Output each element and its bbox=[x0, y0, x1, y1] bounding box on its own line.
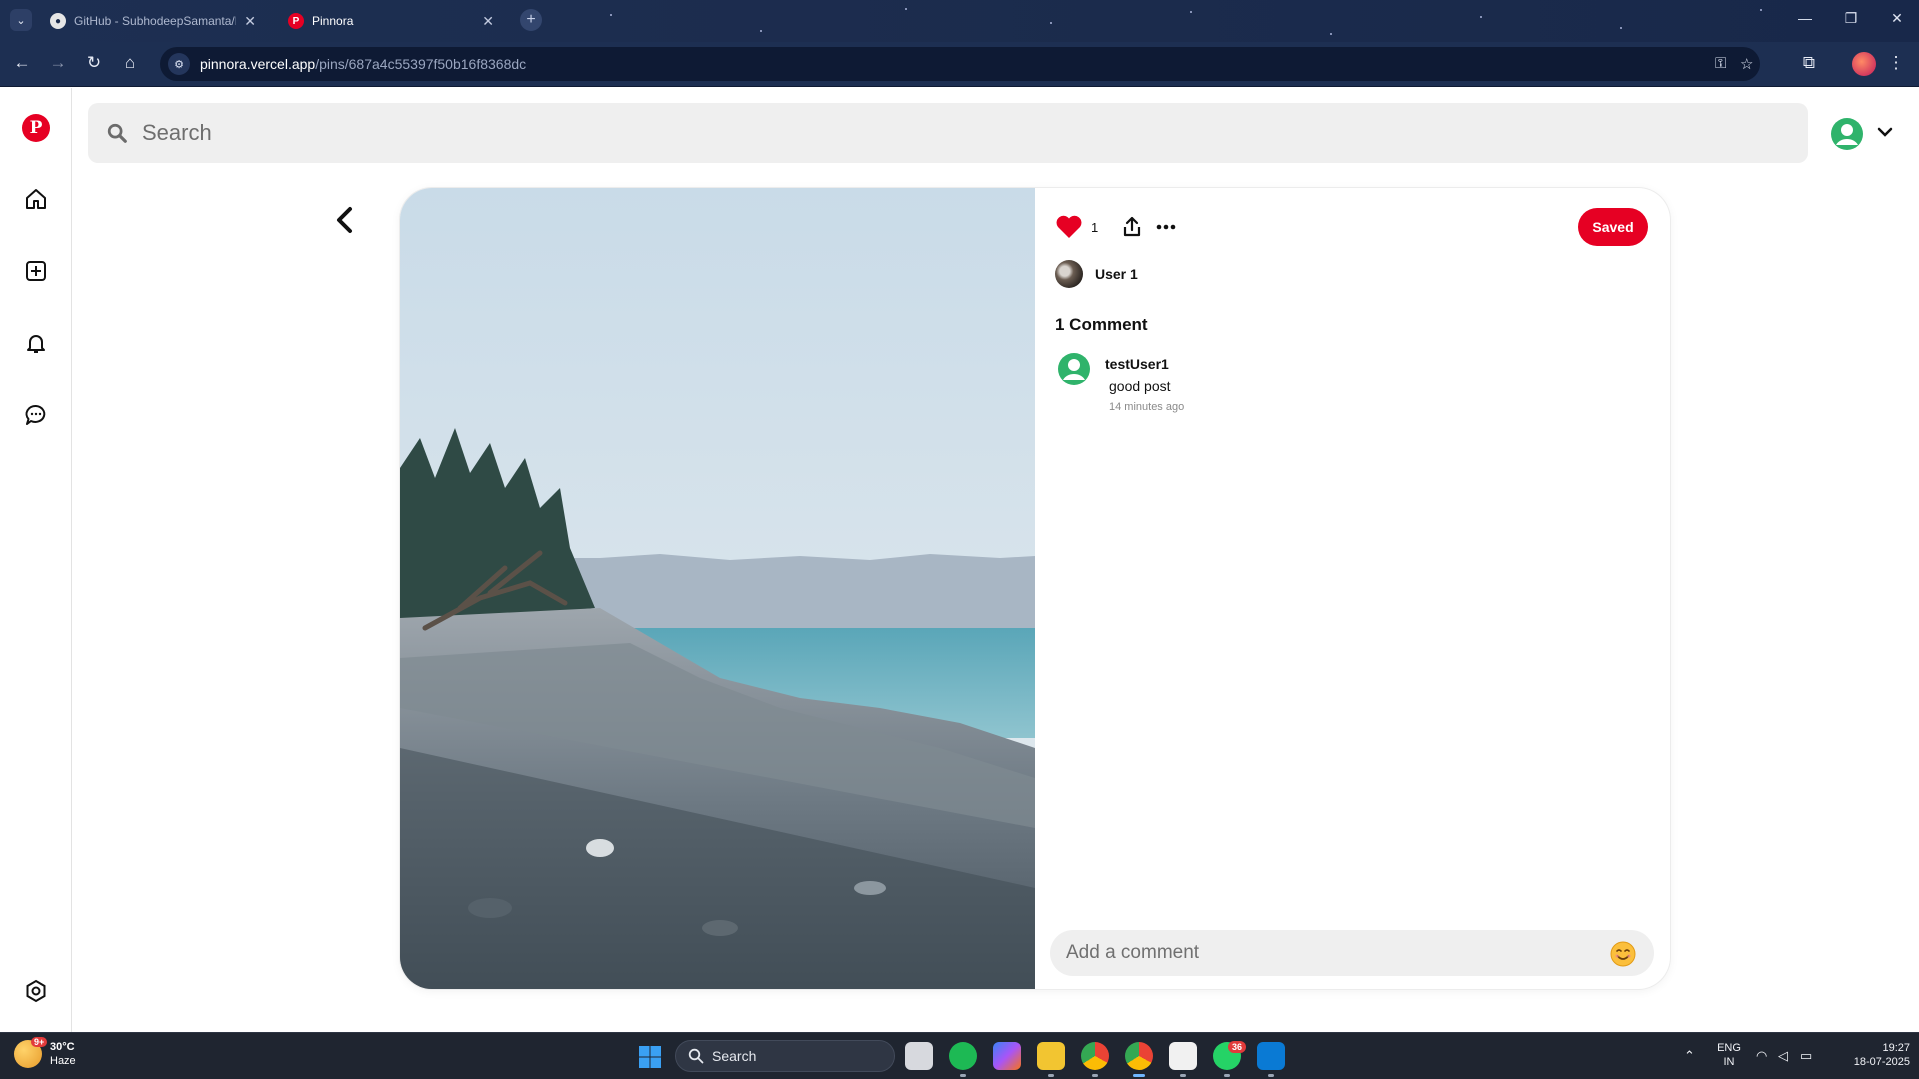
clock-time: 19:27 bbox=[1882, 1042, 1910, 1054]
back-icon[interactable]: ← bbox=[10, 53, 34, 73]
restore-icon[interactable]: ❐ bbox=[1836, 10, 1866, 27]
copilot-icon[interactable] bbox=[993, 1042, 1021, 1070]
back-arrow-icon[interactable] bbox=[332, 204, 358, 236]
running-indicator bbox=[1268, 1074, 1274, 1077]
heart-icon[interactable] bbox=[1055, 214, 1083, 240]
weather-desc: Haze bbox=[50, 1055, 76, 1067]
create-icon[interactable] bbox=[24, 259, 48, 283]
comment-text: good post bbox=[1109, 378, 1171, 394]
pin-actions: 1 bbox=[1055, 214, 1176, 240]
weather-widget[interactable]: 9+ 30°C Haze bbox=[14, 1037, 76, 1068]
running-indicator bbox=[960, 1074, 966, 1077]
like-count: 1 bbox=[1091, 219, 1099, 235]
extensions-icon[interactable]: ⧉ bbox=[1797, 53, 1821, 73]
commenter-avatar-icon[interactable] bbox=[1057, 352, 1091, 386]
menu-kebab-icon[interactable]: ⋮ bbox=[1884, 53, 1908, 73]
tab-title: GitHub - SubhodeepSamanta/P bbox=[74, 14, 237, 28]
comment-box[interactable] bbox=[1050, 930, 1654, 976]
notifications-icon[interactable] bbox=[24, 331, 48, 355]
comments-heading: 1 Comment bbox=[1055, 315, 1148, 334]
close-tab-icon[interactable]: ✕ bbox=[482, 13, 494, 30]
comment-username[interactable]: testUser1 bbox=[1105, 356, 1169, 372]
weather-badge: 9+ bbox=[31, 1037, 48, 1047]
clock-date: 18-07-2025 bbox=[1853, 1056, 1910, 1068]
github-icon: ● bbox=[50, 13, 66, 29]
more-options-icon[interactable] bbox=[1156, 223, 1176, 231]
task-view-icon[interactable] bbox=[905, 1042, 933, 1070]
browser-profile-avatar[interactable] bbox=[1852, 52, 1876, 76]
comment-timestamp: 14 minutes ago bbox=[1109, 401, 1185, 413]
emoji-icon[interactable] bbox=[1610, 941, 1636, 967]
forward-icon[interactable]: → bbox=[46, 53, 70, 73]
tab-title: Pinnora bbox=[312, 14, 354, 28]
taskbar-search-label: Search bbox=[712, 1048, 757, 1064]
vscode-icon[interactable] bbox=[1257, 1042, 1285, 1070]
lang-bottom: IN bbox=[1723, 1056, 1735, 1068]
home-browser-icon[interactable]: ⌂ bbox=[118, 53, 142, 73]
comment-item: testUser1 good post 14 minutes ago bbox=[1057, 352, 1457, 413]
running-indicator bbox=[1224, 1074, 1230, 1077]
spotify-icon[interactable] bbox=[949, 1042, 977, 1070]
share-icon[interactable] bbox=[1120, 215, 1144, 239]
password-key-icon[interactable]: ⚿ bbox=[1715, 55, 1726, 72]
chevron-down-icon[interactable] bbox=[1877, 124, 1893, 140]
running-indicator bbox=[1048, 1074, 1054, 1077]
close-tab-icon[interactable]: ✕ bbox=[244, 13, 256, 30]
weather-icon: 9+ bbox=[14, 1037, 48, 1068]
running-indicator bbox=[1180, 1074, 1186, 1077]
settings-icon[interactable] bbox=[24, 979, 48, 1003]
url-path: /pins/687a4c55397f50b16f8368dc bbox=[315, 56, 527, 72]
whatsapp-badge: 36 bbox=[1228, 1041, 1247, 1053]
tab-search-button[interactable]: ⌄ bbox=[10, 9, 32, 31]
site-info-icon[interactable]: ⚙ bbox=[168, 53, 190, 75]
saved-button[interactable]: Saved bbox=[1578, 208, 1648, 246]
search-input[interactable] bbox=[142, 120, 1742, 146]
search-icon bbox=[107, 123, 127, 143]
close-window-icon[interactable]: ✕ bbox=[1882, 10, 1912, 27]
chrome-active-icon[interactable] bbox=[1125, 1042, 1153, 1070]
avatar[interactable] bbox=[1055, 260, 1083, 288]
bookmark-star-icon[interactable]: ☆ bbox=[1740, 55, 1753, 73]
comment-input[interactable] bbox=[1066, 942, 1586, 964]
pin-details-panel: 1 Saved User 1 1 Comment testUser1 good … bbox=[1035, 188, 1670, 989]
search-bar[interactable] bbox=[88, 103, 1808, 163]
taskbar: 9+ 30°C Haze Search 36 ⌃ ENG IN ◠ ◁ ▭ 19… bbox=[0, 1032, 1919, 1079]
url-host: pinnora.vercel.app bbox=[200, 56, 316, 72]
new-tab-button[interactable]: + bbox=[520, 9, 542, 31]
sidebar: P bbox=[0, 88, 72, 1032]
wifi-icon[interactable]: ◠ bbox=[1756, 1048, 1767, 1064]
home-icon[interactable] bbox=[24, 187, 48, 211]
chevron-up-icon[interactable]: ⌃ bbox=[1684, 1048, 1695, 1064]
chrome-icon[interactable] bbox=[1081, 1042, 1109, 1070]
user-avatar-icon[interactable] bbox=[1830, 117, 1864, 151]
volume-icon[interactable]: ◁ bbox=[1778, 1048, 1788, 1064]
clock[interactable]: 19:27 18-07-2025 bbox=[1832, 1041, 1910, 1069]
pinnora-logo-icon: P bbox=[288, 13, 304, 29]
author-name[interactable]: User 1 bbox=[1095, 266, 1138, 282]
search-icon bbox=[688, 1048, 704, 1064]
browser-tab-strip: ⌄ ● GitHub - SubhodeepSamanta/P ✕ P Pinn… bbox=[0, 0, 1919, 42]
tab-pinnora[interactable]: P Pinnora ✕ bbox=[276, 6, 506, 36]
minimize-icon[interactable]: — bbox=[1790, 10, 1820, 26]
lang-top: ENG bbox=[1717, 1042, 1741, 1054]
messages-icon[interactable] bbox=[24, 403, 48, 427]
running-indicator bbox=[1133, 1074, 1145, 1077]
weather-temp: 30°C bbox=[50, 1041, 75, 1053]
tab-github[interactable]: ● GitHub - SubhodeepSamanta/P ✕ bbox=[38, 6, 268, 36]
taskbar-search[interactable]: Search bbox=[675, 1040, 895, 1072]
pin-detail-card: 1 Saved User 1 1 Comment testUser1 good … bbox=[400, 188, 1670, 989]
windows-start-icon[interactable] bbox=[638, 1045, 662, 1069]
pin-author[interactable]: User 1 bbox=[1055, 260, 1138, 288]
reload-icon[interactable]: ↻ bbox=[82, 53, 106, 73]
file-explorer-icon[interactable] bbox=[1037, 1042, 1065, 1070]
pinnora-logo[interactable]: P bbox=[22, 114, 50, 142]
running-indicator bbox=[1092, 1074, 1098, 1077]
language-indicator[interactable]: ENG IN bbox=[1714, 1041, 1744, 1069]
browser-toolbar: ← → ↻ ⌂ ⚙ pinnora.vercel.app /pins/687a4… bbox=[0, 42, 1919, 87]
battery-icon[interactable]: ▭ bbox=[1800, 1048, 1812, 1064]
address-bar[interactable]: ⚙ pinnora.vercel.app /pins/687a4c55397f5… bbox=[160, 47, 1760, 81]
pin-image bbox=[400, 188, 1035, 989]
snipping-tool-icon[interactable] bbox=[1169, 1042, 1197, 1070]
